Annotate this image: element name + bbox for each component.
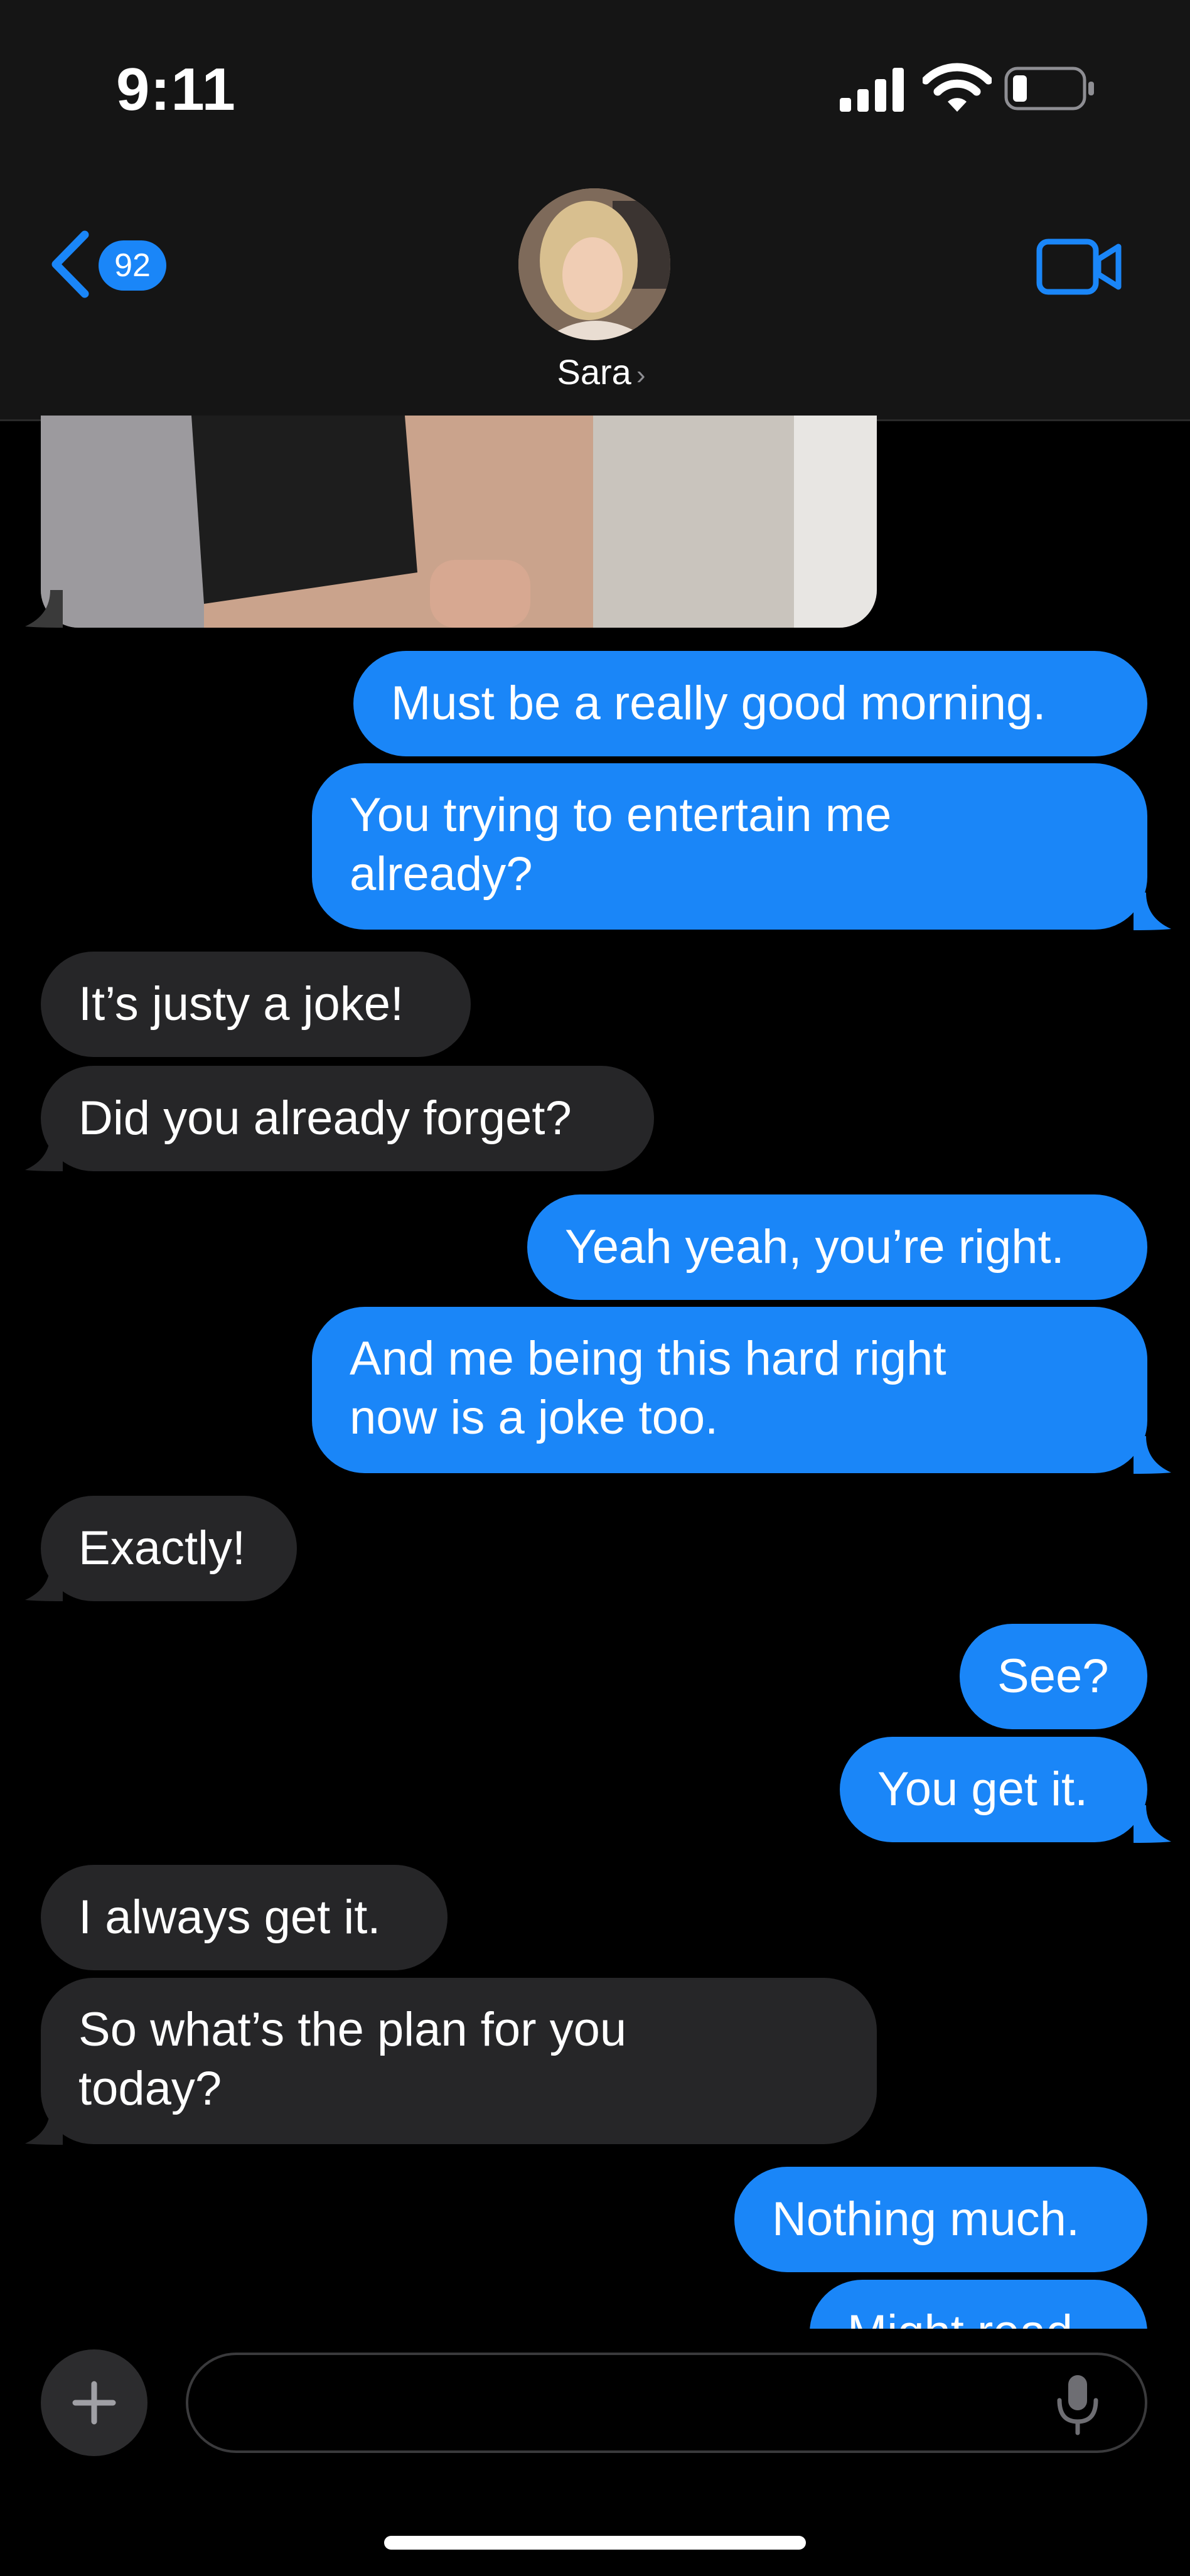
home-indicator[interactable] xyxy=(384,2536,806,2550)
bubble-tail xyxy=(1134,893,1171,930)
cellular-signal-icon xyxy=(840,68,904,112)
message-text: Yeah yeah, you’re right. xyxy=(565,1220,1064,1274)
message-text-line: So what’s the plan for you xyxy=(78,2003,627,2056)
image-message-photo xyxy=(41,416,877,628)
message-text: See? xyxy=(997,1650,1109,1703)
sent-message[interactable]: You trying to entertain me already? xyxy=(312,763,1147,930)
chevron-right-icon: › xyxy=(636,360,646,390)
sent-message[interactable]: Must be a really good morning. xyxy=(353,651,1147,756)
video-camera-icon[interactable] xyxy=(1036,235,1123,298)
sent-message[interactable]: And me being this hard right now is a jo… xyxy=(312,1307,1147,1473)
received-message[interactable]: So what’s the plan for you today? xyxy=(41,1978,877,2144)
message-text-line: And me being this hard right xyxy=(350,1332,946,1385)
sent-message[interactable]: You get it. xyxy=(840,1737,1147,1842)
message-text: Did you already forget? xyxy=(78,1092,572,1145)
bubble-tail xyxy=(25,1134,63,1171)
message-input[interactable] xyxy=(186,2353,1147,2453)
message-text: Exactly! xyxy=(78,1521,246,1575)
bubble-tail xyxy=(25,590,63,628)
received-message[interactable]: Exactly! xyxy=(41,1496,297,1601)
avatar-photo xyxy=(518,188,670,340)
battery-icon xyxy=(1004,67,1094,110)
image-message[interactable] xyxy=(41,416,877,628)
message-text: I always get it. xyxy=(78,1891,381,1944)
plus-icon xyxy=(72,2381,116,2425)
message-text-line: now is a joke too. xyxy=(350,1391,719,1444)
received-message[interactable]: It’s justy a joke! xyxy=(41,952,471,1057)
microphone-icon[interactable] xyxy=(1049,2373,1106,2435)
received-message[interactable]: I always get it. xyxy=(41,1865,448,1970)
message-text: Nothing much. xyxy=(772,2192,1080,2246)
message-text-line: You trying to entertain me xyxy=(350,788,892,842)
status-time: 9:11 xyxy=(116,56,236,123)
message-text: Must be a really good morning. xyxy=(391,677,1046,730)
chevron-left-icon[interactable] xyxy=(47,230,97,299)
contact-name-button[interactable]: Sara › xyxy=(532,352,670,402)
contact-name: Sara xyxy=(557,352,631,392)
sent-message[interactable]: See? xyxy=(960,1624,1147,1729)
bubble-tail xyxy=(1134,1805,1171,1843)
wifi-icon xyxy=(923,63,992,112)
bubble-tail xyxy=(1134,1436,1171,1474)
unread-count-badge[interactable]: 92 xyxy=(99,240,166,291)
sent-message[interactable]: Nothing much. xyxy=(734,2167,1147,2272)
message-text-line: today? xyxy=(78,2062,222,2115)
bubble-tail xyxy=(25,1564,63,1601)
add-attachment-button[interactable] xyxy=(41,2349,147,2456)
message-text-line: already? xyxy=(350,847,533,901)
received-message[interactable]: Did you already forget? xyxy=(41,1066,654,1171)
contact-avatar[interactable] xyxy=(518,188,670,340)
message-text: You get it. xyxy=(877,1763,1088,1816)
message-text: It’s justy a joke! xyxy=(78,977,404,1031)
bubble-tail xyxy=(25,2107,63,2145)
sent-message[interactable]: Yeah yeah, you’re right. xyxy=(527,1194,1147,1300)
